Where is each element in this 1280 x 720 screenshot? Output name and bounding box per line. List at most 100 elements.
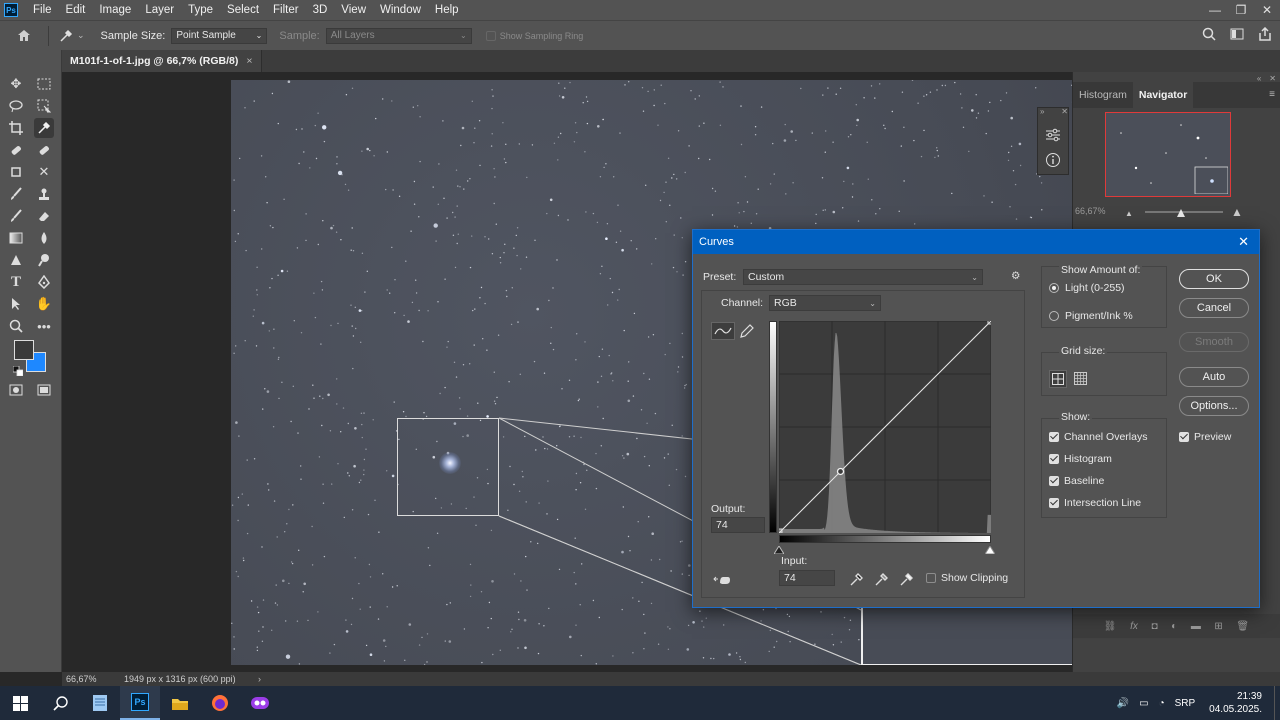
info-panel-icon[interactable] bbox=[1045, 152, 1061, 171]
input-field[interactable]: 74 bbox=[779, 570, 835, 586]
status-chevron-icon[interactable]: › bbox=[258, 674, 261, 684]
adjustment-layer-icon[interactable]: ◐ bbox=[1171, 621, 1177, 632]
preset-options-gear-icon[interactable]: ⚙ bbox=[1011, 270, 1020, 282]
new-layer-icon[interactable]: ⊞ bbox=[1214, 621, 1222, 632]
menu-layer[interactable]: Layer bbox=[138, 0, 181, 20]
menu-select[interactable]: Select bbox=[220, 0, 266, 20]
home-icon[interactable] bbox=[10, 22, 38, 50]
add-mask-icon[interactable]: ◘ bbox=[1152, 621, 1158, 632]
output-field[interactable]: 74 bbox=[711, 517, 765, 533]
menu-help[interactable]: Help bbox=[428, 0, 466, 20]
history-brush-tool-icon[interactable] bbox=[6, 206, 26, 226]
content-aware-move-tool-icon[interactable]: ✕ bbox=[34, 162, 54, 182]
intersection-line-checkbox[interactable] bbox=[1049, 498, 1059, 508]
on-image-adjust-hand-icon[interactable] bbox=[713, 573, 731, 588]
minimize-icon[interactable]: — bbox=[1202, 0, 1228, 20]
share-icon[interactable] bbox=[1258, 26, 1272, 44]
battery-icon[interactable]: ▭ bbox=[1139, 698, 1148, 709]
ok-button[interactable]: OK bbox=[1179, 269, 1249, 289]
dodge-tool-icon[interactable] bbox=[6, 250, 26, 270]
group-icon[interactable]: ▬ bbox=[1191, 621, 1201, 632]
file-explorer-icon[interactable] bbox=[160, 686, 200, 720]
baseline-checkbox[interactable] bbox=[1049, 476, 1059, 486]
preset-select[interactable]: Custom ⌄ bbox=[743, 269, 983, 285]
menu-3d[interactable]: 3D bbox=[306, 0, 335, 20]
eyedropper-tool-preset-icon[interactable]: ⌄ bbox=[59, 29, 85, 43]
default-colors-icon[interactable] bbox=[12, 365, 24, 377]
photoshop-app-icon[interactable]: Ps bbox=[120, 686, 160, 720]
close-window-icon[interactable]: ✕ bbox=[1254, 0, 1280, 20]
wifi-icon[interactable]: ◔ bbox=[1159, 698, 1165, 709]
eyedropper-tool-icon[interactable] bbox=[34, 118, 54, 138]
move-tool-icon[interactable]: ✥ bbox=[6, 74, 26, 94]
zoom-out-icon[interactable]: ▲ bbox=[1125, 209, 1133, 218]
firefox-app-icon[interactable] bbox=[200, 686, 240, 720]
clock[interactable]: 21:39 04.05.2025. bbox=[1209, 690, 1262, 716]
spot-healing-tool-icon[interactable] bbox=[6, 140, 26, 160]
menu-window[interactable]: Window bbox=[373, 0, 428, 20]
pigment-radio[interactable] bbox=[1049, 311, 1059, 321]
smooth-button[interactable]: Smooth bbox=[1179, 332, 1249, 352]
light-radio[interactable] bbox=[1049, 283, 1059, 293]
blur-tool-icon[interactable] bbox=[34, 228, 54, 248]
menu-image[interactable]: Image bbox=[92, 0, 138, 20]
zoom-tool-icon[interactable] bbox=[6, 316, 26, 336]
type-tool-icon[interactable]: T bbox=[6, 272, 26, 292]
brush-tool-icon[interactable] bbox=[6, 184, 26, 204]
tab-histogram[interactable]: Histogram bbox=[1073, 82, 1133, 108]
gradient-tool-icon[interactable] bbox=[6, 228, 26, 248]
notepad-app-icon[interactable] bbox=[80, 686, 120, 720]
menu-view[interactable]: View bbox=[334, 0, 373, 20]
hand-tool-icon[interactable]: ✋ bbox=[34, 294, 54, 314]
preview-checkbox[interactable] bbox=[1179, 432, 1189, 442]
status-zoom[interactable]: 66,67% bbox=[66, 674, 120, 684]
screen-mode-icon[interactable] bbox=[34, 380, 54, 400]
language-indicator[interactable]: SRP bbox=[1175, 698, 1196, 709]
lasso-tool-icon[interactable] bbox=[6, 96, 26, 116]
sample-size-select[interactable]: Point Sample ⌄ bbox=[171, 27, 268, 44]
show-desktop-button[interactable] bbox=[1274, 686, 1280, 720]
foreground-color-swatch[interactable] bbox=[14, 340, 34, 360]
panel-menu-icon[interactable]: ≡ bbox=[1269, 82, 1275, 108]
curve-graph[interactable] bbox=[779, 321, 991, 533]
document-tab[interactable]: M101f-1-of-1.jpg @ 66,7% (RGB/8) × bbox=[62, 50, 262, 72]
volume-icon[interactable]: 🔊 bbox=[1117, 698, 1129, 709]
black-eyedropper-icon[interactable] bbox=[849, 571, 865, 590]
auto-button[interactable]: Auto bbox=[1179, 367, 1249, 387]
curve-control-point[interactable] bbox=[836, 467, 845, 476]
frame-tool-icon[interactable] bbox=[6, 162, 26, 182]
close-panels-icon[interactable]: ✕ bbox=[1061, 107, 1068, 116]
quick-mask-icon[interactable] bbox=[6, 380, 26, 400]
start-windows-icon[interactable] bbox=[0, 686, 40, 720]
options-button[interactable]: Options... bbox=[1179, 396, 1249, 416]
tab-navigator[interactable]: Navigator bbox=[1132, 82, 1194, 108]
channel-select[interactable]: RGB ⌄ bbox=[769, 295, 881, 311]
detailed-grid-icon[interactable] bbox=[1074, 372, 1087, 388]
taskbar-search-icon[interactable] bbox=[40, 686, 80, 720]
marquee-tool-icon[interactable] bbox=[34, 74, 54, 94]
cancel-button[interactable]: Cancel bbox=[1179, 298, 1249, 318]
sample-select[interactable]: All Layers ⌄ bbox=[325, 27, 472, 44]
channel-overlays-checkbox[interactable] bbox=[1049, 432, 1059, 442]
gray-eyedropper-icon[interactable] bbox=[874, 571, 890, 590]
fx-icon[interactable]: fx bbox=[1130, 621, 1138, 632]
link-layers-icon[interactable]: ⛓ bbox=[1104, 621, 1117, 632]
navigator-preview[interactable] bbox=[1105, 112, 1231, 197]
clone-stamp-tool-icon[interactable] bbox=[34, 184, 54, 204]
close-dialog-icon[interactable]: ✕ bbox=[1238, 234, 1249, 250]
show-clipping-checkbox[interactable] bbox=[926, 573, 936, 583]
close-tab-icon[interactable]: × bbox=[246, 55, 252, 67]
workspace-icon[interactable] bbox=[1230, 27, 1244, 44]
navigator-zoom-value[interactable]: 66,67% bbox=[1075, 206, 1106, 216]
mask-app-icon[interactable] bbox=[240, 686, 280, 720]
healing-brush-tool-icon[interactable] bbox=[34, 140, 54, 160]
zoom-slider-thumb[interactable] bbox=[1177, 208, 1185, 217]
search-icon[interactable] bbox=[1202, 27, 1216, 44]
restore-icon[interactable]: ❐ bbox=[1228, 0, 1254, 20]
path-selection-tool-icon[interactable] bbox=[6, 294, 26, 314]
crop-tool-icon[interactable] bbox=[6, 118, 26, 138]
pen-tool-icon[interactable] bbox=[34, 272, 54, 292]
expand-panels-icon[interactable]: » bbox=[1040, 107, 1044, 116]
zoom-in-icon[interactable]: ▲ bbox=[1231, 205, 1243, 219]
menu-edit[interactable]: Edit bbox=[59, 0, 93, 20]
